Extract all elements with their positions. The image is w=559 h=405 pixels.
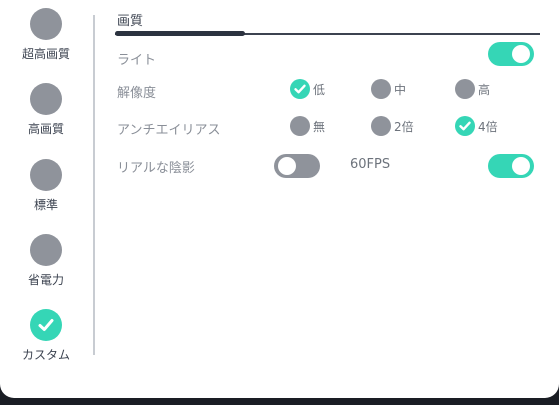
antialiasing-label: アンチエイリアス: [117, 123, 221, 138]
preset-ultra-high[interactable]: 超高画質: [0, 8, 92, 62]
preset-label: 標準: [33, 198, 58, 212]
option-label: 4倍: [478, 119, 498, 134]
antialiasing-option-none[interactable]: 無: [290, 116, 325, 136]
section-title-indicator: [115, 31, 245, 36]
toggle-knob: [512, 45, 530, 63]
quality-preset-sidebar: 超高画質 高画質 標準 省電力 カスタム: [0, 0, 92, 398]
preset-label: カスタム: [21, 348, 70, 362]
option-label: 高: [478, 82, 491, 97]
preset-radio-icon: [30, 159, 62, 191]
preset-label: 超高画質: [21, 47, 70, 61]
light-label: ライト: [117, 53, 157, 68]
preset-label: 高画質: [27, 122, 64, 136]
realistic-shadows-label: リアルな陰影: [117, 161, 195, 176]
option-label: 中: [394, 82, 407, 97]
preset-custom[interactable]: カスタム: [0, 309, 92, 363]
section-title: 画質: [117, 14, 144, 29]
checkmark-icon: [30, 309, 62, 341]
radio-icon: [290, 116, 310, 136]
antialiasing-option-4x[interactable]: 4倍: [455, 116, 498, 136]
preset-power-saving[interactable]: 省電力: [0, 234, 92, 288]
fps60-label: 60FPS: [350, 157, 391, 172]
checkmark-icon: [455, 116, 475, 136]
light-toggle[interactable]: [488, 42, 534, 66]
preset-standard[interactable]: 標準: [0, 159, 92, 213]
sidebar-divider: [93, 15, 95, 355]
preset-radio-icon: [30, 83, 62, 115]
toggle-knob: [278, 157, 296, 175]
checkmark-icon: [290, 79, 310, 99]
realistic-shadows-toggle[interactable]: [274, 154, 320, 178]
option-label: 低: [313, 82, 326, 97]
preset-label: 省電力: [27, 273, 64, 287]
graphics-settings-panel: 超高画質 高画質 標準 省電力 カスタム 画質 ライト 解像度 低 中 高 アン…: [0, 0, 559, 398]
radio-icon: [371, 116, 391, 136]
resolution-label: 解像度: [117, 86, 157, 101]
resolution-option-low[interactable]: 低: [290, 79, 325, 99]
resolution-option-medium[interactable]: 中: [371, 79, 406, 99]
antialiasing-option-2x[interactable]: 2倍: [371, 116, 414, 136]
toggle-knob: [512, 157, 530, 175]
option-label: 無: [313, 119, 326, 134]
preset-radio-icon: [30, 8, 62, 40]
radio-icon: [455, 79, 475, 99]
preset-radio-icon: [30, 234, 62, 266]
fps60-toggle[interactable]: [488, 154, 534, 178]
radio-icon: [371, 79, 391, 99]
resolution-option-high[interactable]: 高: [455, 79, 490, 99]
option-label: 2倍: [394, 119, 414, 134]
preset-high[interactable]: 高画質: [0, 83, 92, 137]
